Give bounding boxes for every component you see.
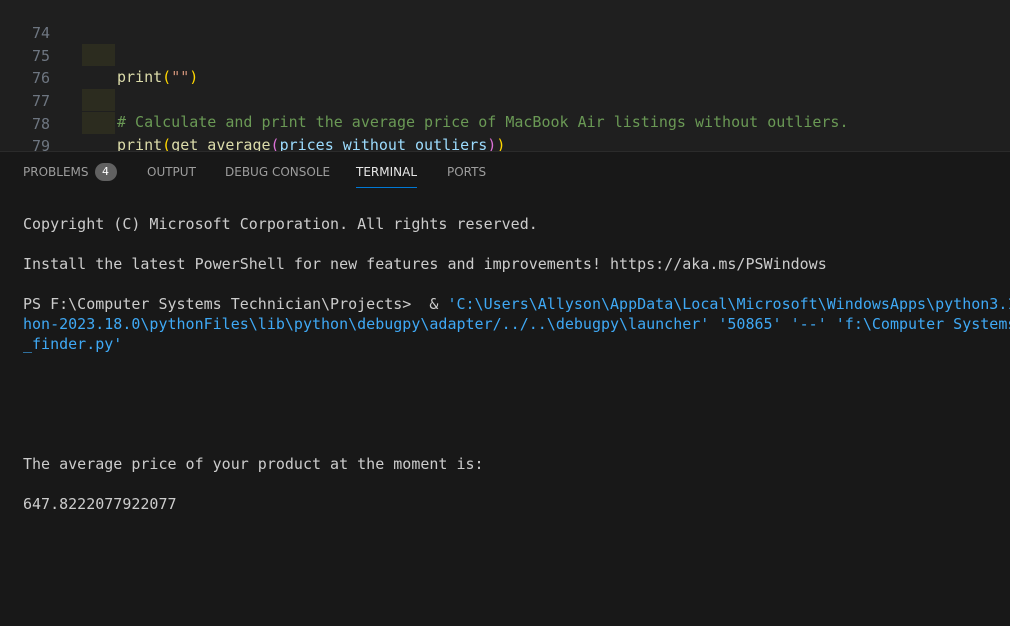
- terminal-line-install: Install the latest PowerShell for new fe…: [23, 255, 827, 273]
- problems-count-badge: 4: [94, 162, 117, 181]
- tab-terminal[interactable]: TERMINAL: [356, 152, 418, 192]
- terminal-line-output-value: 647.8222077922077: [23, 495, 177, 513]
- tab-ports[interactable]: PORTS: [447, 152, 486, 192]
- code-editor[interactable]: 74 print("") 75 76 # Calculate and print…: [0, 0, 1010, 151]
- code-line[interactable]: 80 print(""): [0, 136, 1010, 151]
- tab-debug-console[interactable]: DEBUG CONSOLE: [225, 152, 330, 192]
- terminal-prompt: PS F:\Computer Systems Technician\Projec…: [23, 295, 448, 313]
- code-line[interactable]: 76 # Calculate and print the average pri…: [0, 45, 1010, 131]
- tab-debug-console-label: DEBUG CONSOLE: [225, 165, 331, 179]
- terminal-line-command-cont: _finder.py': [23, 335, 123, 353]
- tab-terminal-label: TERMINAL: [356, 165, 418, 179]
- terminal-output[interactable]: Copyright (C) Microsoft Corporation. All…: [23, 212, 1010, 622]
- terminal-line-command-cont: hon-2023.18.0\pythonFiles\lib\python\deb…: [23, 315, 1010, 333]
- tab-ports-label: PORTS: [447, 165, 487, 179]
- bottom-panel: PROBLEMS 4 OUTPUT DEBUG CONSOLE TERMINAL …: [0, 151, 1010, 626]
- terminal-line-output-label: The average price of your product at the…: [23, 455, 484, 473]
- tab-problems[interactable]: PROBLEMS 4: [23, 152, 117, 192]
- tab-output[interactable]: OUTPUT: [147, 152, 196, 192]
- code-line[interactable]: 74 print(""): [0, 0, 1010, 86]
- code-line[interactable]: 77 print(get_average(prices_without_outl…: [0, 68, 1010, 151]
- tab-output-label: OUTPUT: [147, 165, 196, 179]
- terminal-line-command: PS F:\Computer Systems Technician\Projec…: [23, 294, 1010, 314]
- command-path: 'C:\Users\Allyson\AppData\Local\Microsof…: [447, 295, 1010, 313]
- code-line[interactable]: 78: [0, 91, 1010, 133]
- code-line[interactable]: 79 print(""): [0, 113, 1010, 151]
- tab-problems-label: PROBLEMS: [23, 165, 89, 179]
- code-line[interactable]: 75: [0, 23, 1010, 65]
- terminal-line-copyright: Copyright (C) Microsoft Corporation. All…: [23, 215, 538, 233]
- panel-tabs: PROBLEMS 4 OUTPUT DEBUG CONSOLE TERMINAL …: [0, 152, 1010, 192]
